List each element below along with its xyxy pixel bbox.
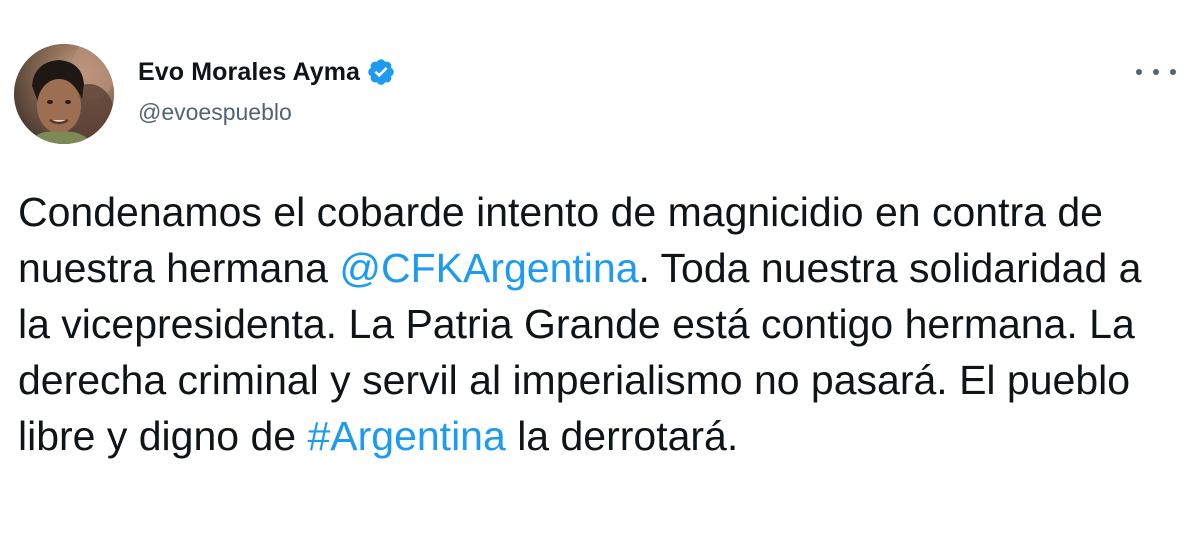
more-horizontal-icon	[1153, 69, 1159, 75]
more-horizontal-icon	[1136, 69, 1142, 75]
tweet-card: Evo Morales Ayma @evoespueblo Condenamos…	[0, 0, 1200, 533]
avatar-image	[14, 44, 114, 144]
author-name-row: Evo Morales Ayma	[138, 56, 396, 88]
more-horizontal-icon	[1170, 69, 1176, 75]
author-display-name[interactable]: Evo Morales Ayma	[138, 58, 360, 87]
avatar[interactable]	[14, 44, 114, 144]
tweet-text-segment: la derrotará.	[505, 413, 739, 459]
hashtag-link[interactable]: #Argentina	[307, 413, 505, 459]
more-options-button[interactable]	[1136, 60, 1176, 84]
verified-badge-icon	[366, 57, 396, 87]
author-handle[interactable]: @evoespueblo	[138, 99, 292, 126]
mention-link[interactable]: @CFKArgentina	[339, 245, 638, 291]
tweet-text: Condenamos el cobarde intento de magnici…	[18, 184, 1183, 464]
